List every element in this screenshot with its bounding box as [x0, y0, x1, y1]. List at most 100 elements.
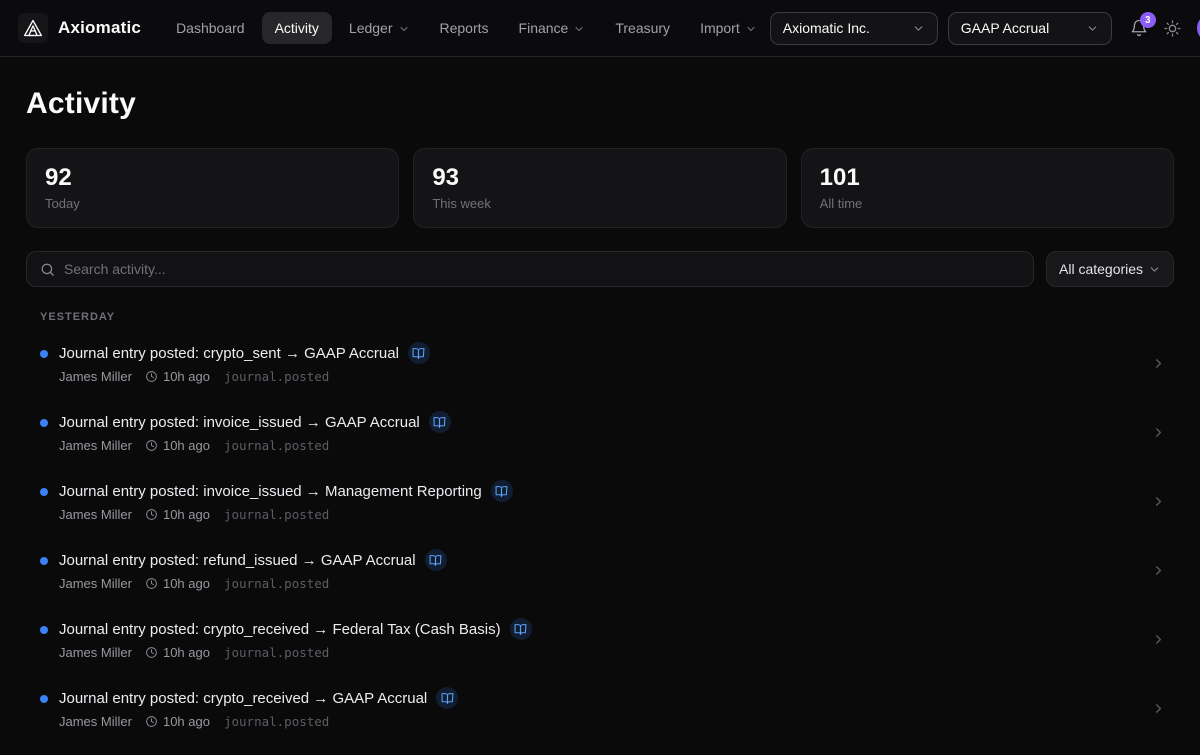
search-input[interactable]	[64, 261, 1020, 277]
activity-event-code: journal.posted	[224, 369, 329, 384]
chevron-down-icon	[912, 22, 925, 35]
nav-right: 3 JM James	[1130, 14, 1200, 42]
primary-nav: Dashboard Activity Ledger Reports Financ…	[163, 12, 770, 44]
activity-body: Journal entry posted: invoice_issued → M…	[59, 480, 1139, 522]
activity-user: James Miller	[59, 438, 132, 453]
journal-book-icon	[408, 342, 430, 364]
activity-body: Journal entry posted: refund_issued → GA…	[59, 549, 1139, 591]
nav-item-reports[interactable]: Reports	[427, 12, 502, 44]
activity-time: 10h ago	[145, 507, 210, 522]
stat-card-all-time: 101 All time	[801, 148, 1174, 228]
chevron-down-icon	[745, 23, 757, 35]
chevron-down-icon	[1148, 263, 1161, 276]
date-group-label: YESTERDAY	[40, 311, 1174, 323]
sun-icon	[1164, 20, 1181, 37]
activity-row[interactable]: Journal entry posted: crypto_received → …	[26, 687, 1174, 729]
stat-value: 101	[820, 164, 1155, 192]
nav-item-dashboard[interactable]: Dashboard	[163, 12, 258, 44]
chevron-right-icon	[1151, 425, 1166, 440]
brand-name: Axiomatic	[58, 18, 141, 38]
nav-item-finance[interactable]: Finance	[506, 12, 599, 44]
activity-body: Journal entry posted: crypto_received → …	[59, 618, 1139, 660]
activity-user: James Miller	[59, 507, 132, 522]
journal-book-icon	[491, 480, 513, 502]
activity-list: Journal entry posted: crypto_sent → GAAP…	[26, 342, 1174, 755]
activity-meta: James Miller 10h ago journal.posted	[59, 438, 1139, 453]
activity-title: Journal entry posted: crypto_received → …	[59, 690, 427, 707]
journal-book-icon	[429, 411, 451, 433]
notifications-button[interactable]: 3	[1130, 19, 1148, 37]
activity-row[interactable]: Journal entry posted: refund_issued → GA…	[26, 549, 1174, 591]
category-filter-select[interactable]: All categories	[1046, 251, 1174, 287]
activity-row[interactable]: Journal entry posted: crypto_received → …	[26, 618, 1174, 660]
chevron-right-icon	[1151, 494, 1166, 509]
activity-meta: James Miller 10h ago journal.posted	[59, 369, 1139, 384]
stat-label: This week	[432, 196, 767, 211]
chevron-down-icon	[573, 23, 585, 35]
stat-label: All time	[820, 196, 1155, 211]
stats-row: 92 Today 93 This week 101 All time	[26, 148, 1174, 228]
activity-user: James Miller	[59, 714, 132, 729]
activity-meta: James Miller 10h ago journal.posted	[59, 507, 1139, 522]
chevron-down-icon	[398, 23, 410, 35]
activity-dot-icon	[40, 695, 48, 703]
activity-meta: James Miller 10h ago journal.posted	[59, 576, 1139, 591]
activity-dot-icon	[40, 488, 48, 496]
main-content: Activity 92 Today 93 This week 101 All t…	[0, 57, 1200, 755]
accounting-basis-select[interactable]: GAAP Accrual	[948, 12, 1112, 45]
activity-event-code: journal.posted	[224, 645, 329, 660]
activity-title: Journal entry posted: invoice_issued → G…	[59, 414, 420, 431]
theme-toggle-button[interactable]	[1164, 20, 1181, 37]
activity-dot-icon	[40, 350, 48, 358]
activity-dot-icon	[40, 419, 48, 427]
activity-time: 10h ago	[145, 714, 210, 729]
activity-dot-icon	[40, 557, 48, 565]
stat-card-today: 92 Today	[26, 148, 399, 228]
activity-event-code: journal.posted	[224, 507, 329, 522]
activity-body: Journal entry posted: invoice_issued → G…	[59, 411, 1139, 453]
chevron-right-icon	[1151, 356, 1166, 371]
activity-body: Journal entry posted: crypto_sent → GAAP…	[59, 342, 1139, 384]
nav-item-import[interactable]: Import	[687, 12, 770, 44]
activity-user: James Miller	[59, 369, 132, 384]
activity-dot-icon	[40, 626, 48, 634]
activity-title: Journal entry posted: invoice_issued → M…	[59, 483, 482, 500]
clock-icon	[145, 508, 158, 521]
top-nav: Axiomatic Dashboard Activity Ledger Repo…	[0, 0, 1200, 57]
clock-icon	[145, 577, 158, 590]
chevron-right-icon	[1151, 701, 1166, 716]
entity-select[interactable]: Axiomatic Inc.	[770, 12, 938, 45]
activity-meta: James Miller 10h ago journal.posted	[59, 645, 1139, 660]
activity-row[interactable]: Journal entry posted: invoice_issued → M…	[26, 480, 1174, 522]
clock-icon	[145, 715, 158, 728]
activity-body: Journal entry posted: crypto_received → …	[59, 687, 1139, 729]
journal-book-icon	[510, 618, 532, 640]
activity-time: 10h ago	[145, 645, 210, 660]
activity-title: Journal entry posted: crypto_sent → GAAP…	[59, 345, 399, 362]
activity-title: Journal entry posted: crypto_received → …	[59, 621, 501, 638]
activity-row[interactable]: Journal entry posted: invoice_issued → G…	[26, 411, 1174, 453]
stat-card-this-week: 93 This week	[413, 148, 786, 228]
activity-user: James Miller	[59, 576, 132, 591]
chevron-right-icon	[1151, 563, 1166, 578]
journal-book-icon	[436, 687, 458, 709]
chevron-down-icon	[1086, 22, 1099, 35]
journal-book-icon	[425, 549, 447, 571]
nav-item-treasury[interactable]: Treasury	[602, 12, 683, 44]
nav-item-activity[interactable]: Activity	[262, 12, 332, 44]
filter-row: All categories	[26, 251, 1174, 287]
notification-badge: 3	[1140, 12, 1156, 28]
axiomatic-logo-icon	[18, 13, 48, 43]
search-box	[26, 251, 1034, 287]
activity-event-code: journal.posted	[224, 714, 329, 729]
page-title: Activity	[26, 87, 1174, 121]
header-selects: Axiomatic Inc. GAAP Accrual	[770, 12, 1112, 45]
stat-value: 93	[432, 164, 767, 192]
stat-label: Today	[45, 196, 380, 211]
activity-row[interactable]: Journal entry posted: crypto_sent → GAAP…	[26, 342, 1174, 384]
search-icon	[40, 262, 55, 277]
brand[interactable]: Axiomatic	[18, 13, 141, 43]
nav-item-ledger[interactable]: Ledger	[336, 12, 423, 44]
clock-icon	[145, 439, 158, 452]
activity-time: 10h ago	[145, 438, 210, 453]
